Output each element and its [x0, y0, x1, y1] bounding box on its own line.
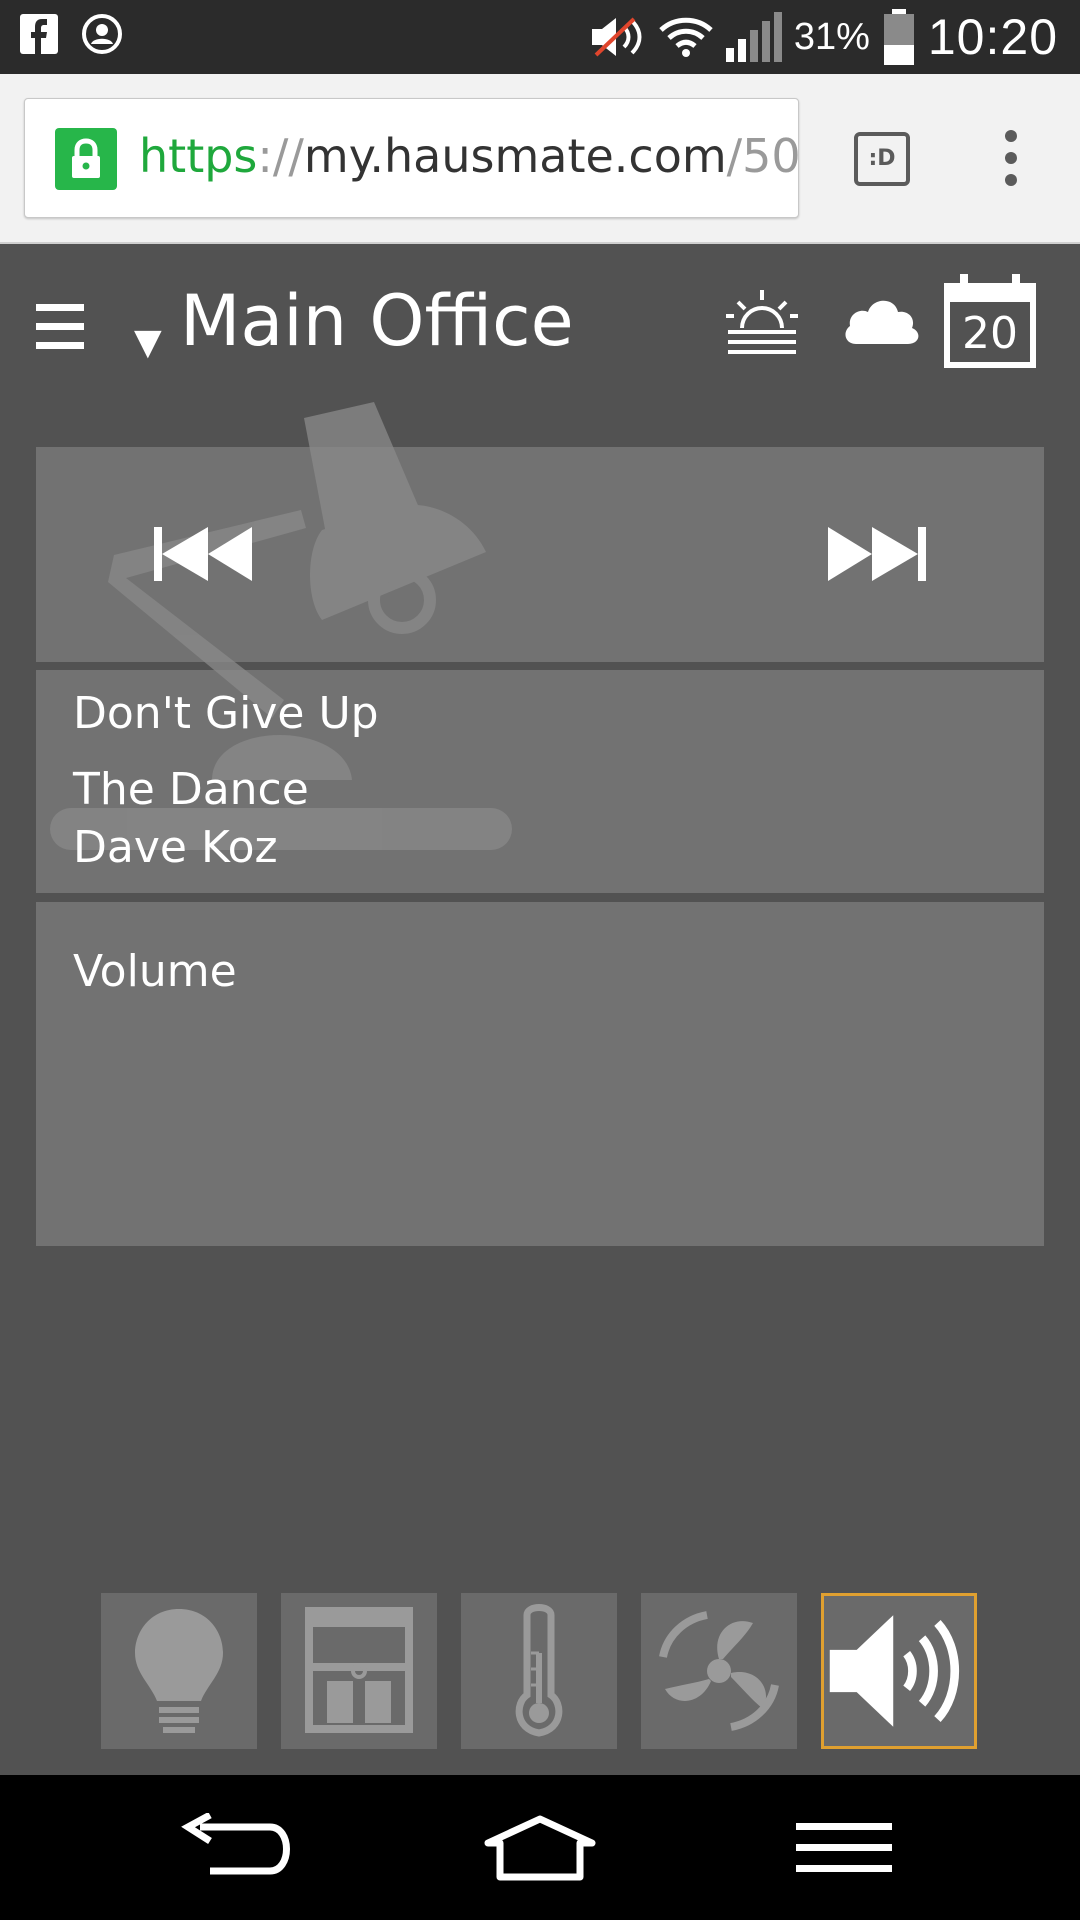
home-icon[interactable] — [480, 1813, 600, 1883]
cloud-icon[interactable] — [842, 290, 922, 346]
previous-track-icon[interactable] — [152, 525, 254, 583]
signal-icon — [725, 12, 782, 62]
system-nav-bar — [0, 1775, 1080, 1920]
sunrise-icon[interactable] — [726, 286, 798, 360]
window-blind-icon — [305, 1607, 413, 1733]
url-separator: :// — [257, 129, 304, 183]
status-bar-notifications — [20, 12, 124, 56]
recent-apps-icon[interactable] — [784, 1813, 904, 1883]
profile-icon — [82, 14, 122, 54]
clock: 10:20 — [927, 9, 1058, 65]
back-icon[interactable] — [180, 1813, 300, 1883]
battery-percent: 31% — [793, 15, 870, 58]
speaker-icon — [829, 1615, 959, 1727]
fan-icon — [659, 1611, 779, 1731]
muted-volume-icon — [591, 17, 642, 57]
next-track-icon[interactable] — [826, 525, 928, 583]
tab-switcher-button[interactable]: :D — [854, 132, 910, 186]
status-bar: 31% 10:20 — [0, 0, 1080, 74]
wifi-icon — [659, 17, 713, 57]
browser-menu-button[interactable] — [996, 130, 1026, 192]
lock-icon — [55, 128, 117, 190]
battery-icon — [883, 9, 914, 65]
lightbulb-icon — [135, 1609, 223, 1733]
artist-name: Dave Koz — [73, 822, 278, 873]
thermometer-icon — [515, 1604, 563, 1737]
tab-blinds[interactable] — [281, 1593, 437, 1749]
album-name: The Dance — [73, 764, 309, 815]
url-text: https://my.hausmate.com/50 — [139, 129, 799, 183]
url-scheme: https — [139, 129, 258, 183]
url-bar[interactable]: https://my.hausmate.com/50 — [24, 98, 799, 218]
status-bar-system: 31% 10:20 — [588, 6, 1058, 68]
app-header: ▼ Main Office 20 — [0, 246, 1080, 406]
url-host: my.hausmate.com — [303, 129, 727, 183]
room-title[interactable]: Main Office — [180, 280, 574, 362]
url-path: /50 — [726, 129, 799, 183]
volume-label: Volume — [73, 946, 237, 997]
tab-fan[interactable] — [641, 1593, 797, 1749]
browser-toolbar: https://my.hausmate.com/50 :D — [0, 74, 1080, 244]
dropdown-caret-icon[interactable]: ▼ — [134, 322, 162, 363]
calendar-day: 20 — [962, 308, 1018, 359]
facebook-icon — [20, 14, 58, 54]
menu-icon[interactable] — [36, 304, 84, 350]
tab-climate[interactable] — [461, 1593, 617, 1749]
tab-audio[interactable] — [821, 1593, 977, 1749]
track-title: Don't Give Up — [73, 688, 379, 739]
tab-lights[interactable] — [101, 1593, 257, 1749]
